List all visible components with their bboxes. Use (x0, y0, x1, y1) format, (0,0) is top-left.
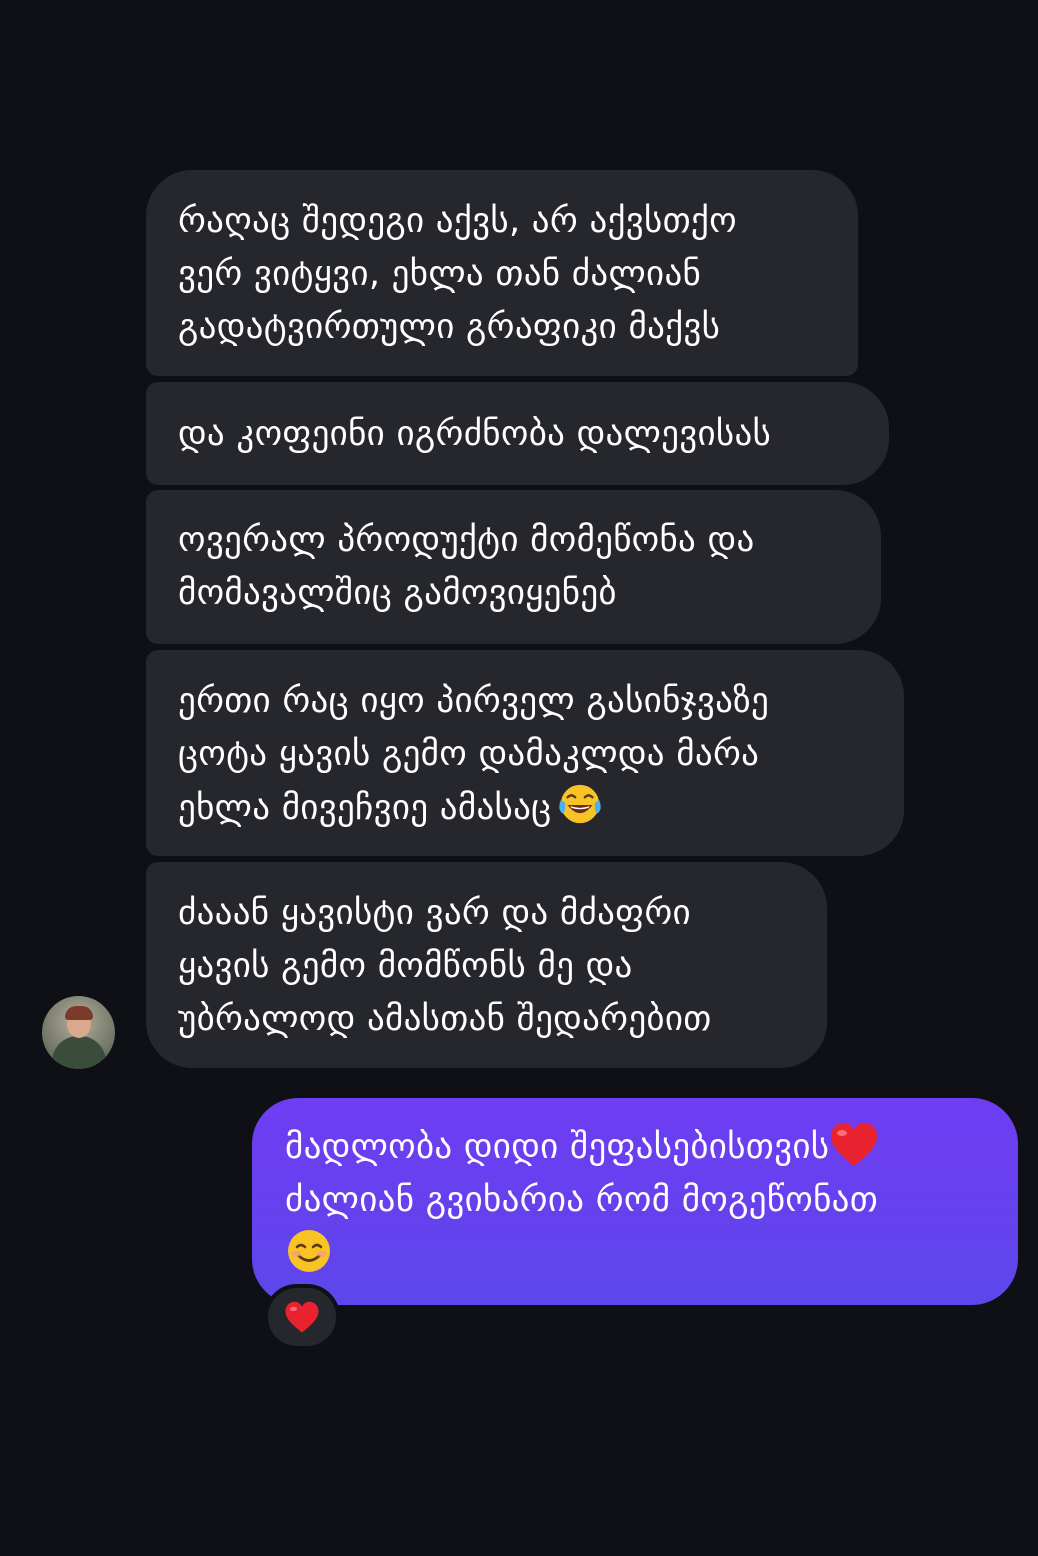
message-text-line: ვერ ვიტყვი, ეხლა თან ძალიან (178, 254, 702, 294)
outgoing-message[interactable]: მადლობა დიდი შეფასებისთვის ძალიან გვიხარ… (252, 1098, 1018, 1305)
message-text-line: ძალიან გვიხარია რომ მოგეწონათ (285, 1180, 879, 1220)
heart-reaction-badge[interactable] (264, 1284, 340, 1350)
message-text-line: გადატვირთული გრაფიკი მაქვს (178, 307, 721, 347)
message-thread: რაღაც შედეგი აქვს, არ აქვსთქო ვერ ვიტყვი… (0, 0, 1038, 1556)
message-text: მადლობა დიდი შეფასებისთვის (285, 1127, 830, 1167)
smiling-face-emoji-icon (288, 1230, 330, 1272)
incoming-message[interactable]: ერთი რაც იყო პირველ გასინჯვაზე ცოტა ყავი… (146, 650, 904, 856)
message-text-line: ერთი რაც იყო პირველ გასინჯვაზე (178, 681, 770, 721)
message-text-line-with-emoji: მადლობა დიდი შეფასებისთვის (285, 1121, 986, 1174)
incoming-message[interactable]: ძააან ყავისტი ვარ და მძაფრი ყავის გემო მ… (146, 862, 827, 1068)
message-text-line: მომავალშიც გამოვიყენებ (178, 573, 617, 613)
sender-avatar[interactable] (42, 996, 115, 1069)
message-text-line: ცოტა ყავის გემო დამაკლდა მარა (178, 734, 760, 774)
avatar-hair-shape (65, 1006, 93, 1020)
red-heart-emoji-icon (831, 1123, 878, 1166)
message-text-line: ძააან ყავისტი ვარ და მძაფრი (178, 893, 691, 933)
message-text-line: ოვერალ პროდუქტი მომეწონა და (178, 520, 755, 560)
message-text-line: და კოფეინი იგრძნობა დალევისას (178, 414, 772, 454)
message-text-line: რაღაც შედეგი აქვს, არ აქვსთქო (178, 201, 737, 241)
message-text-line-with-emoji: ეხლა მივეჩვიე ამასაც (178, 781, 872, 835)
laughing-tears-emoji-icon (559, 784, 602, 824)
red-heart-reaction-icon (285, 1301, 319, 1333)
message-text: ეხლა მივეჩვიე ამასაც (178, 788, 552, 828)
avatar-body-shape (52, 1036, 106, 1069)
incoming-message[interactable]: და კოფეინი იგრძნობა დალევისას (146, 382, 889, 485)
incoming-message[interactable]: რაღაც შედეგი აქვს, არ აქვსთქო ვერ ვიტყვი… (146, 170, 858, 376)
message-emoji-line (285, 1227, 986, 1283)
incoming-message[interactable]: ოვერალ პროდუქტი მომეწონა და მომავალშიც გ… (146, 490, 881, 644)
message-text-line: ყავის გემო მომწონს მე და (178, 946, 633, 986)
message-text-line: უბრალოდ ამასთან შედარებით (178, 999, 712, 1039)
